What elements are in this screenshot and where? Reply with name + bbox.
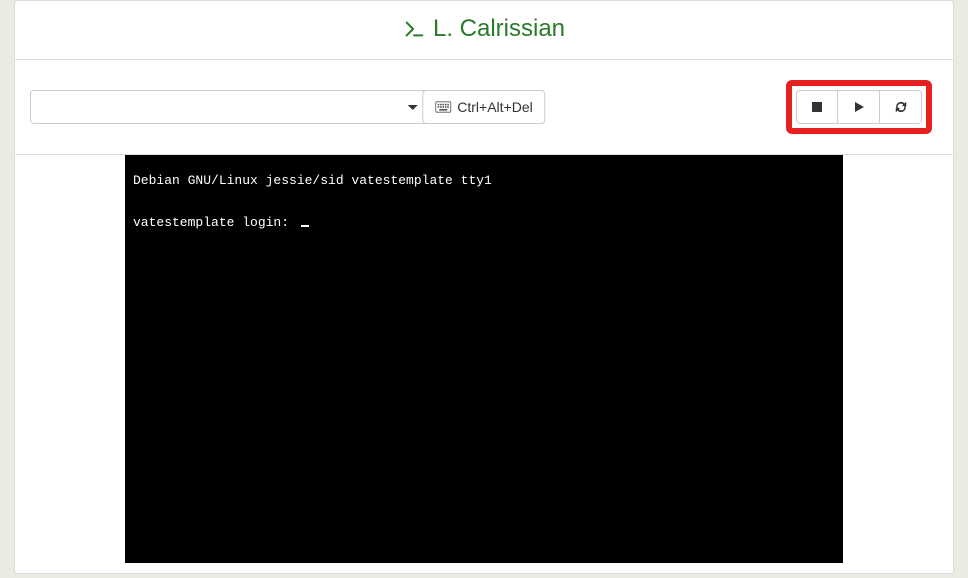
vm-title: L. Calrissian — [403, 15, 565, 43]
vm-title-text: L. Calrissian — [433, 15, 565, 43]
power-button-group — [796, 90, 922, 124]
console-line-2: vatestemplate login: — [133, 215, 297, 230]
stop-button[interactable] — [796, 90, 838, 124]
start-button[interactable] — [838, 90, 880, 124]
cursor-icon — [301, 225, 309, 227]
ctrl-alt-del-button[interactable]: Ctrl+Alt+Del — [422, 90, 545, 124]
keyboard-icon — [435, 101, 451, 113]
toolbar-center: Ctrl+Alt+Del — [422, 90, 545, 124]
ctrl-alt-del-label: Ctrl+Alt+Del — [457, 99, 532, 115]
refresh-icon — [894, 100, 908, 114]
restart-button[interactable] — [880, 90, 922, 124]
power-controls-highlight — [786, 80, 932, 134]
vm-console-panel: L. Calrissian Ctrl+Alt+Del — [14, 0, 954, 574]
toolbar-right — [780, 74, 938, 140]
toolbar: Ctrl+Alt+Del — [15, 60, 953, 155]
terminal-icon — [403, 18, 425, 40]
console-line-1: Debian GNU/Linux jessie/sid vatestemplat… — [133, 173, 492, 188]
panel-heading: L. Calrissian — [15, 1, 953, 60]
vm-console[interactable]: Debian GNU/Linux jessie/sid vatestemplat… — [125, 155, 843, 563]
play-icon — [853, 101, 865, 113]
console-wrap: Debian GNU/Linux jessie/sid vatestemplat… — [15, 155, 953, 573]
iso-group — [30, 90, 468, 124]
iso-select[interactable] — [30, 90, 430, 124]
stop-icon — [811, 101, 823, 113]
